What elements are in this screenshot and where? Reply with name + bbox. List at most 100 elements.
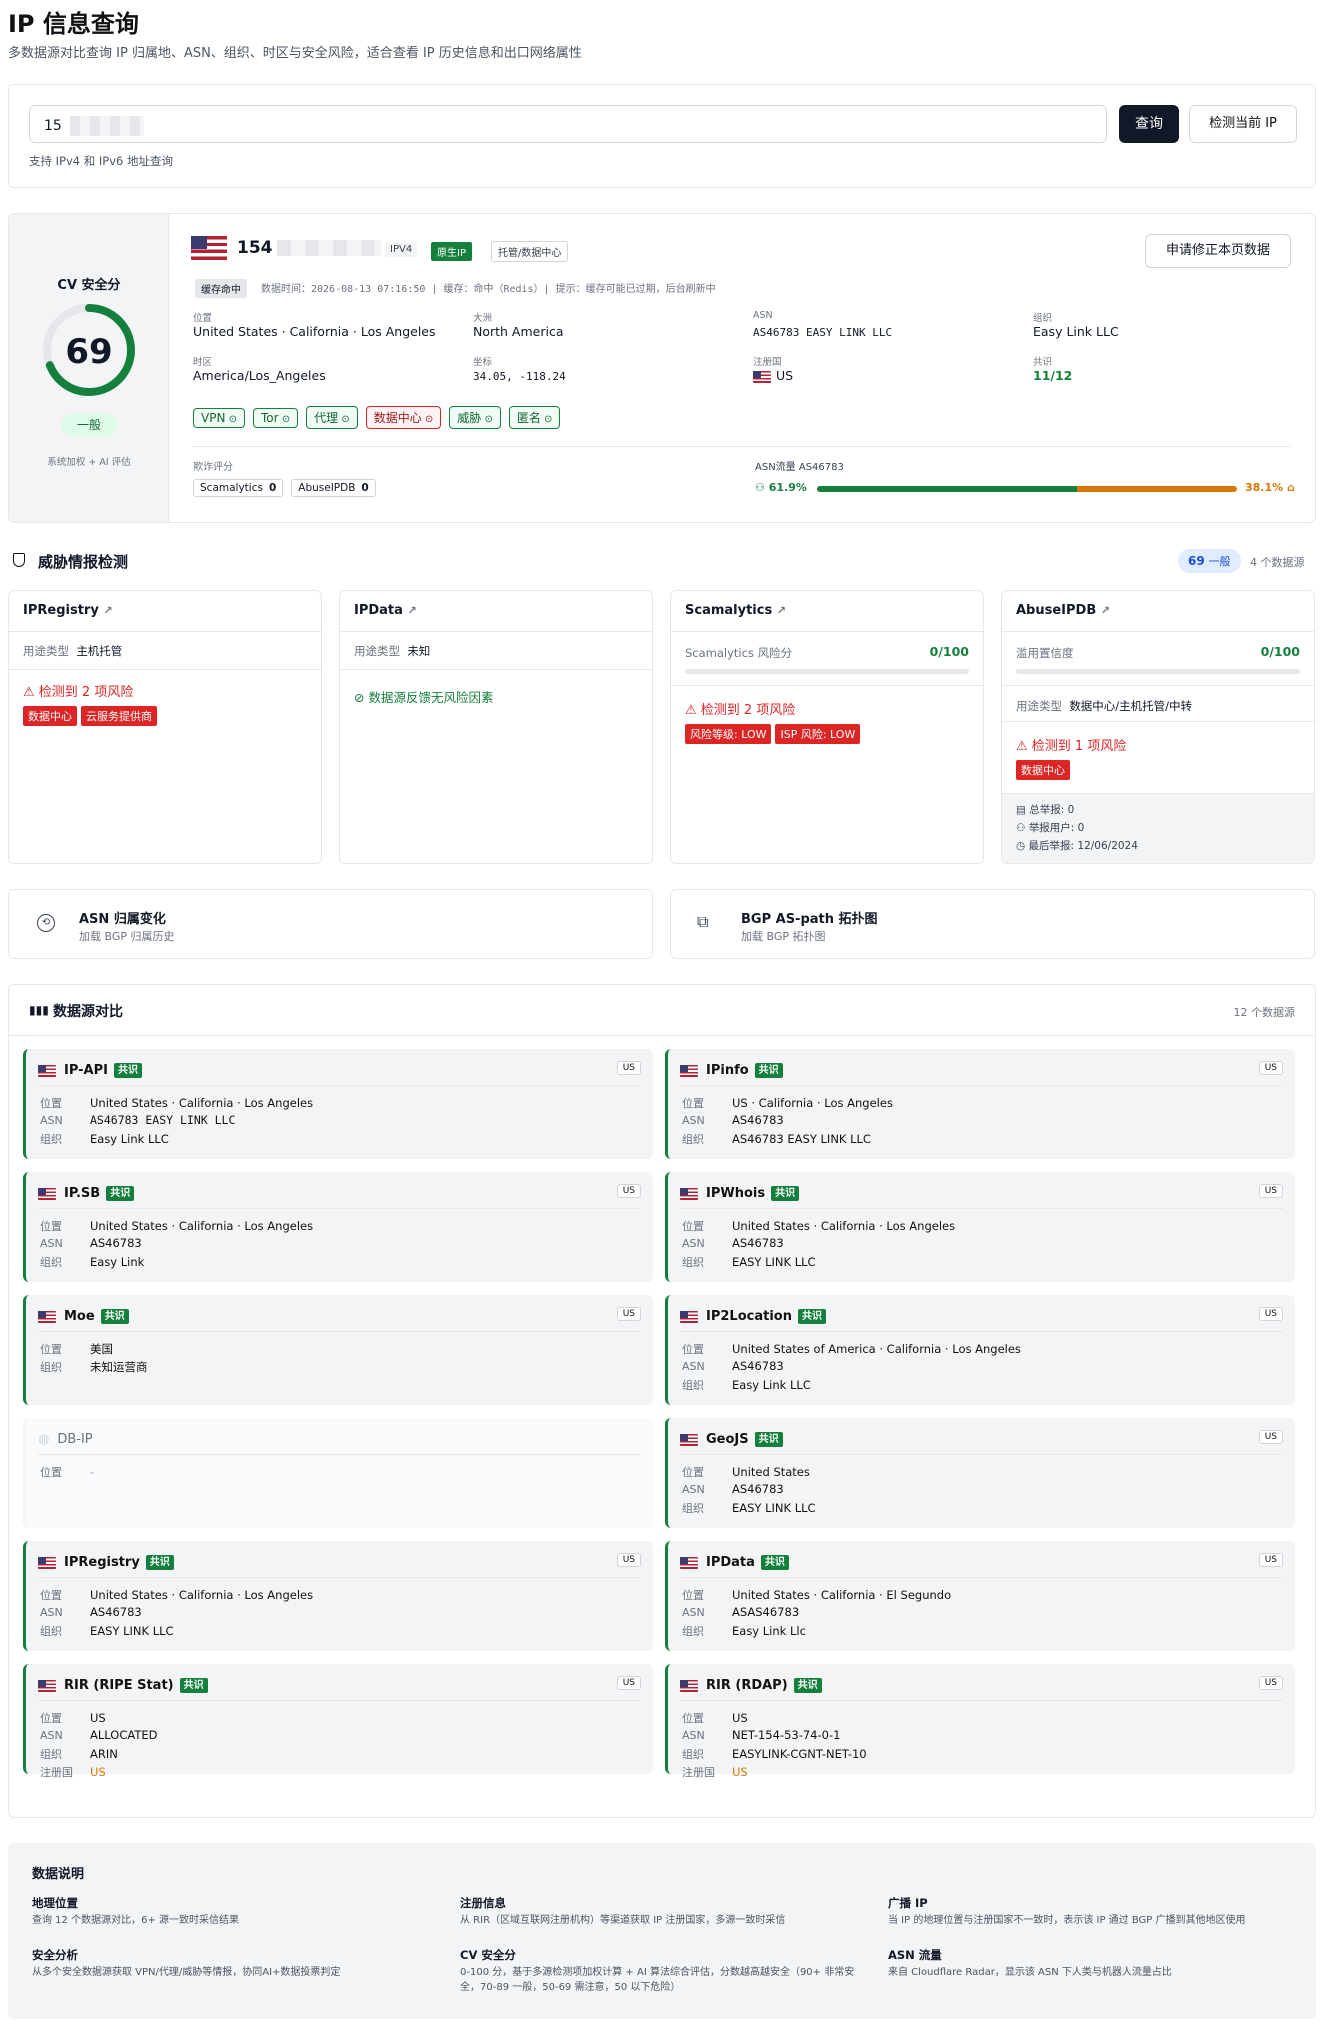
note-title: CV 安全分: [460, 1948, 516, 1962]
risk-tag-0: VPN ⊙: [193, 408, 245, 428]
source-row-org: 组织 EASY LINK LLC: [682, 1254, 816, 1270]
threat-card-title[interactable]: Scamalytics ↗: [685, 603, 786, 618]
row-label: ASN: [40, 1114, 63, 1127]
search-input-value: 15: [44, 118, 62, 134]
source-name: IPData: [354, 603, 403, 618]
source-name: GeoJS: [706, 1432, 749, 1447]
row-label: 组织: [40, 1361, 62, 1374]
divider: [9, 631, 321, 632]
row-value: ASAS46783: [732, 1605, 800, 1619]
country-code-badge: US: [1258, 1676, 1283, 1690]
divider: [1002, 631, 1314, 632]
threat-level: 一般: [1208, 555, 1231, 568]
threat-card-title[interactable]: AbuseIPDB ↗: [1016, 603, 1110, 618]
us-flag-icon: [680, 1310, 698, 1323]
threat-card-abuseipdb: AbuseIPDB ↗ 滥用置信度 0/100 用途类型 数据中心/主机托管/中…: [1001, 590, 1315, 864]
usage-row: 用途类型 未知: [354, 643, 430, 659]
ip-summary-card: CV 安全分 69 一般 系统加权 + AI 评估 154 IPV4 原生IP …: [8, 213, 1316, 523]
source-name: AbuseIPDB: [1016, 603, 1097, 618]
divider: [38, 1454, 641, 1455]
divider: [340, 669, 652, 670]
source-row-org: 组织 Easy Link LLC: [40, 1131, 169, 1147]
field-value: North America: [473, 324, 564, 339]
field-label: 大洲: [473, 313, 493, 324]
row-value: United States · California · Los Angeles: [90, 1588, 314, 1602]
row-value: AS46783: [90, 1236, 142, 1250]
search-input[interactable]: 15: [29, 105, 1107, 143]
threat-card-title[interactable]: IPRegistry ↗: [23, 603, 113, 618]
external-link-icon[interactable]: ↗: [1101, 604, 1110, 617]
row-value: 未知运营商: [90, 1360, 148, 1374]
external-link-icon[interactable]: ↗: [103, 604, 112, 617]
source-row-asn: ASN AS46783: [682, 1482, 784, 1496]
fraud-source-name: Scamalytics: [200, 482, 263, 494]
source-row-loc: 位置 US · California · Los Angeles: [682, 1095, 893, 1111]
globe-icon: ◍: [38, 1432, 50, 1447]
row-value: AS46783: [732, 1482, 784, 1496]
usage-value: 主机托管: [76, 644, 123, 658]
row-value: NET-154-53-74-0-1: [732, 1728, 841, 1742]
threat-card-title[interactable]: IPData ↗: [354, 603, 417, 618]
stat-row: ⚇ 举报用户: 0: [1016, 820, 1084, 835]
row-label: 位置: [40, 1466, 62, 1479]
external-link-icon[interactable]: ↗: [777, 604, 786, 617]
row-label: 组织: [682, 1256, 704, 1269]
row-label: ASN: [40, 1606, 63, 1619]
bot-icon: ⌂: [1287, 481, 1295, 494]
source-name: IPRegistry: [64, 1555, 140, 1570]
row-label: ASN: [682, 1237, 705, 1250]
source-row-org: 组织 Easy Link LLC: [682, 1377, 811, 1393]
source-header: RIR (RIPE Stat) 共识: [38, 1678, 208, 1693]
external-link-icon[interactable]: ↗: [407, 604, 416, 617]
risk-tag-label: VPN: [201, 411, 226, 425]
human-icon: ⚇: [755, 481, 765, 494]
source-row-org: 组织 Easy Link Llc: [682, 1623, 806, 1639]
row-value: -: [90, 1465, 95, 1479]
consensus-badge: 共识: [179, 1678, 208, 1693]
divider: [340, 631, 652, 632]
source-header: Moe 共识: [38, 1309, 129, 1324]
source-name: RIR (RIPE Stat): [64, 1678, 174, 1693]
row-label: 位置: [682, 1712, 704, 1725]
traffic-human-fill: [817, 486, 1077, 492]
asn-history-card[interactable]: ⟲ ASN 归属变化 加载 BGP 归属历史: [8, 889, 653, 959]
detect-current-ip-button[interactable]: 检测当前 IP: [1189, 105, 1297, 143]
row-label: 组织: [40, 1133, 62, 1146]
divider: [680, 1577, 1283, 1578]
risk-text: 检测到 1 项风险: [1031, 739, 1127, 754]
field-label: 坐标: [473, 357, 493, 368]
query-button[interactable]: 查询: [1119, 105, 1179, 143]
row-label: 组织: [682, 1502, 704, 1515]
country-code-badge: US: [1258, 1307, 1283, 1321]
correction-button[interactable]: 申请修正本页数据: [1145, 234, 1291, 268]
row-label: 位置: [682, 1589, 704, 1602]
field-label: ASN: [753, 310, 773, 321]
abuse-stats: ▤ 总举报: 0 ⚇ 举报用户: 0 ◷ 最后举报: 12/06/2024: [1002, 793, 1314, 863]
warning-icon: ⚠: [23, 685, 35, 700]
source-name: IPWhois: [706, 1186, 766, 1201]
bgp-topology-card[interactable]: ⧉ BGP AS-path 拓扑图 加载 BGP 拓扑图: [670, 889, 1315, 959]
row-label: ASN: [682, 1360, 705, 1373]
field-value: United States · California · Los Angeles: [193, 324, 436, 339]
row-value: EASYLINK-CGNT-NET-10: [732, 1747, 867, 1761]
ok-text: 数据源反馈无风险因素: [368, 690, 494, 705]
divider: [680, 1700, 1283, 1701]
source-name: IPData: [706, 1555, 755, 1570]
source-header: ◍ DB-IP: [38, 1432, 93, 1447]
note-text: 来自 Cloudflare Radar，显示该 ASN 下人类与机器人流量占比: [888, 1967, 1172, 1978]
risk-tag: 数据中心: [1016, 760, 1070, 780]
asn-history-subtitle: 加载 BGP 归属历史: [79, 930, 175, 943]
divider: [680, 1331, 1283, 1332]
source-header: GeoJS 共识: [680, 1432, 783, 1447]
consensus-badge: 共识: [760, 1555, 789, 1570]
source-row-asn: ASN NET-154-53-74-0-1: [682, 1728, 840, 1742]
source-header: IP-API 共识: [38, 1063, 142, 1078]
score-value: 0/100: [929, 644, 969, 659]
stat-text: 总举报: 0: [1029, 804, 1075, 816]
threat-card-ipregistry: IPRegistry ↗ 用途类型 主机托管 ⚠ 检测到 2 项风险 数据中心云…: [8, 590, 322, 864]
stat-text: 最后举报: 12/06/2024: [1028, 840, 1138, 852]
threat-card-scamalytics: Scamalytics ↗ Scamalytics 风险分 0/100 ⚠ 检测…: [670, 590, 984, 864]
risk-tag-list: 数据中心 云服务提供商: [23, 705, 161, 726]
divider: [671, 631, 983, 632]
risk-tag: 数据中心: [23, 706, 77, 726]
